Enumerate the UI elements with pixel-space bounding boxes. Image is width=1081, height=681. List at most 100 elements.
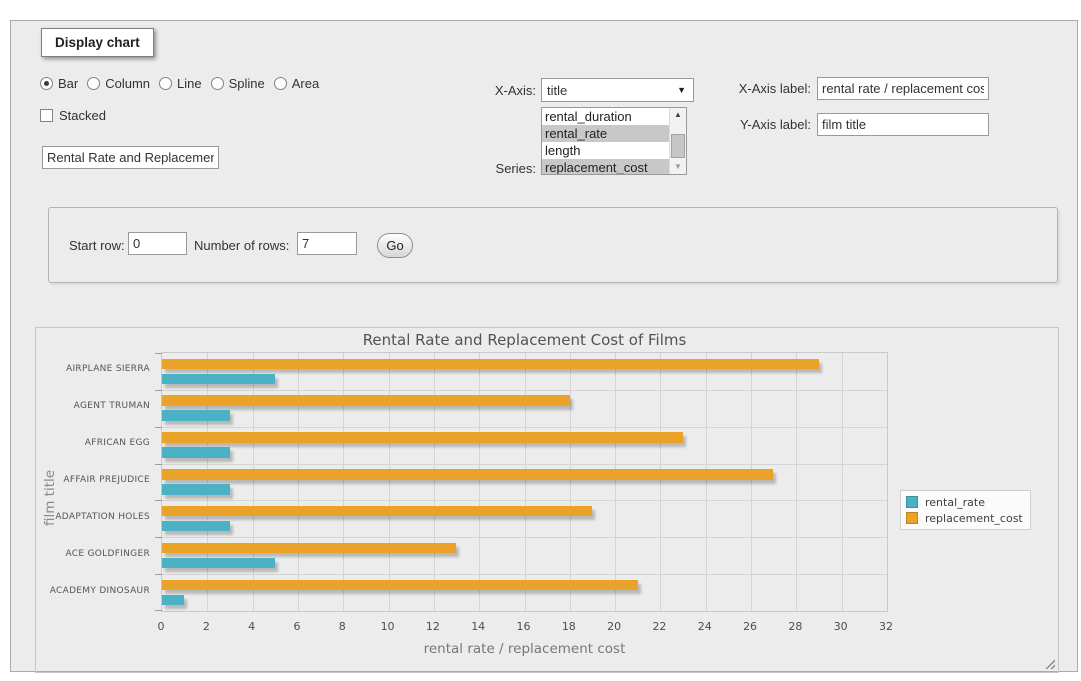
y-tick-mark: [155, 390, 162, 391]
legend-label: rental_rate: [925, 496, 985, 509]
resize-handle-icon[interactable]: [1044, 658, 1055, 669]
stacked-option[interactable]: Stacked: [40, 108, 106, 123]
x-tick-label: 10: [368, 620, 408, 633]
chart-type-option-label: Area: [292, 76, 319, 91]
gridline-horizontal: [162, 464, 887, 465]
x-tick-label: 0: [141, 620, 181, 633]
scroll-up-icon[interactable]: ▲: [670, 108, 686, 122]
chart-type-option-column[interactable]: Column: [87, 76, 150, 91]
gridline-horizontal: [162, 390, 887, 391]
bar-rental_rate: [162, 521, 230, 532]
chart-container: Rental Rate and Replacement Cost of Film…: [35, 327, 1059, 673]
category-label: ACE GOLDFINGER: [36, 549, 150, 559]
bar-rental_rate: [162, 410, 230, 421]
x-axis-select-label: X-Axis:: [436, 83, 536, 98]
y-tick-mark: [155, 500, 162, 501]
bar-rental_rate: [162, 484, 230, 495]
gridline-vertical: [253, 353, 254, 611]
bar-replacement_cost: [162, 395, 570, 406]
x-axis-select-value: title: [547, 83, 567, 98]
start-row-input[interactable]: [128, 232, 187, 255]
go-button[interactable]: Go: [377, 233, 413, 258]
chart-type-radio-column[interactable]: [87, 77, 100, 90]
gridline-horizontal: [162, 537, 887, 538]
y-axis-label-input[interactable]: [817, 113, 989, 136]
series-listbox[interactable]: rental_durationrental_ratelengthreplacem…: [541, 107, 687, 175]
listbox-scrollbar[interactable]: ▲ ▼: [669, 108, 686, 174]
fieldset-legend: Display chart: [41, 28, 154, 57]
gridline-vertical: [434, 353, 435, 611]
chart-type-radio-area[interactable]: [274, 77, 287, 90]
display-chart-fieldset: Display chart Bar Column Line Spline Area St…: [10, 20, 1078, 672]
category-label: AIRPLANE SIERRA: [36, 364, 150, 374]
gridline-vertical: [615, 353, 616, 611]
chart-type-option-label: Line: [177, 76, 202, 91]
series-listbox-label: Series:: [436, 161, 536, 176]
bar-rental_rate: [162, 595, 184, 606]
chart-type-option-bar[interactable]: Bar: [40, 76, 78, 91]
x-tick-label: 4: [232, 620, 272, 633]
chart-x-tick-labels: 02468101214161820222426283032: [161, 620, 888, 634]
gridline-vertical: [343, 353, 344, 611]
y-tick-mark: [155, 610, 162, 611]
gridline-horizontal: [162, 500, 887, 501]
gridline-vertical: [842, 353, 843, 611]
bar-rental_rate: [162, 374, 275, 385]
stacked-checkbox[interactable]: [40, 109, 53, 122]
chart-type-radio-group: Bar Column Line Spline Area: [40, 76, 319, 91]
chart-type-option-spline[interactable]: Spline: [211, 76, 265, 91]
series-option-rental_rate[interactable]: rental_rate: [542, 125, 669, 142]
category-label: ACADEMY DINOSAUR: [36, 586, 150, 596]
bar-replacement_cost: [162, 359, 819, 370]
legend-label: replacement_cost: [925, 512, 1023, 525]
gridline-vertical: [660, 353, 661, 611]
gridline-vertical: [796, 353, 797, 611]
chart-title-input[interactable]: [42, 146, 219, 169]
chart-type-option-line[interactable]: Line: [159, 76, 202, 91]
scroll-down-icon[interactable]: ▼: [670, 160, 686, 174]
y-axis-label-label: Y-Axis label:: [711, 117, 811, 132]
scrollbar-thumb[interactable]: [671, 134, 685, 158]
category-label: ADAPTATION HOLES: [36, 512, 150, 522]
bar-replacement_cost: [162, 543, 456, 554]
chart-type-option-label: Bar: [58, 76, 78, 91]
y-tick-mark: [155, 464, 162, 465]
legend-item: rental_rate: [906, 494, 1023, 510]
x-tick-label: 12: [413, 620, 453, 633]
stacked-label: Stacked: [59, 108, 106, 123]
series-option-length[interactable]: length: [542, 142, 669, 159]
x-tick-label: 2: [186, 620, 226, 633]
chart-type-radio-line[interactable]: [159, 77, 172, 90]
gridline-vertical: [525, 353, 526, 611]
category-label: AFRICAN EGG: [36, 438, 150, 448]
chart-type-option-label: Column: [105, 76, 150, 91]
gridline-vertical: [479, 353, 480, 611]
chart-type-radio-bar[interactable]: [40, 77, 53, 90]
x-axis-label-input[interactable]: [817, 77, 989, 100]
series-option-replacement_cost[interactable]: replacement_cost: [542, 159, 669, 175]
num-rows-input[interactable]: [297, 232, 357, 255]
gridline-vertical: [207, 353, 208, 611]
series-option-rental_duration[interactable]: rental_duration: [542, 108, 669, 125]
y-tick-mark: [155, 353, 162, 354]
x-tick-label: 26: [730, 620, 770, 633]
x-tick-label: 14: [458, 620, 498, 633]
bar-replacement_cost: [162, 432, 683, 443]
gridline-vertical: [570, 353, 571, 611]
y-tick-mark: [155, 537, 162, 538]
x-axis-select[interactable]: title ▼: [541, 78, 694, 102]
x-tick-label: 32: [866, 620, 906, 633]
plot-area: [161, 352, 888, 612]
x-tick-label: 22: [639, 620, 679, 633]
gridline-vertical: [751, 353, 752, 611]
gridline-vertical: [298, 353, 299, 611]
chart-type-option-area[interactable]: Area: [274, 76, 319, 91]
chart-type-radio-spline[interactable]: [211, 77, 224, 90]
x-tick-label: 24: [685, 620, 725, 633]
y-tick-mark: [155, 427, 162, 428]
chart-category-labels: AIRPLANE SIERRAAGENT TRUMANAFRICAN EGGAF…: [36, 352, 150, 612]
bar-rental_rate: [162, 447, 230, 458]
category-label: AFFAIR PREJUDICE: [36, 475, 150, 485]
dropdown-arrow-icon: ▼: [677, 86, 686, 95]
x-tick-label: 8: [322, 620, 362, 633]
